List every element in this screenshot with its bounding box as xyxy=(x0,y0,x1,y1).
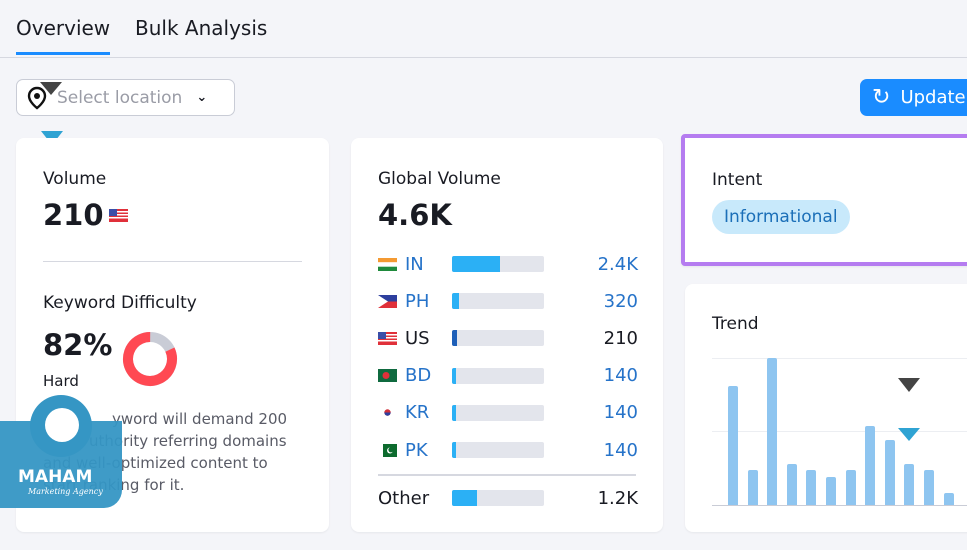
country-bar-fill xyxy=(452,256,500,272)
country-bar-fill xyxy=(452,330,457,347)
trend-bar[interactable] xyxy=(865,425,876,505)
volume-value: 210 xyxy=(43,198,104,232)
kd-value: 82% xyxy=(43,328,113,362)
country-volume[interactable]: 320 xyxy=(604,291,638,312)
country-volume[interactable]: 2.4K xyxy=(598,254,638,275)
intent-card: Intent Informational xyxy=(681,134,967,266)
country-bar-fill xyxy=(452,293,460,310)
country-row-us[interactable]: US 210 xyxy=(378,327,638,349)
country-volume: 210 xyxy=(603,327,638,349)
us-flag-icon xyxy=(109,209,128,222)
kd-donut-arc xyxy=(123,332,177,386)
divider xyxy=(43,261,302,262)
refresh-icon: ↻ xyxy=(872,85,891,110)
country-bar-fill xyxy=(452,404,456,421)
country-row-ph[interactable]: PH 320 xyxy=(378,291,638,312)
location-placeholder: Select location xyxy=(57,87,183,108)
global-volume-label: Global Volume xyxy=(378,169,501,189)
volume-label: Volume xyxy=(43,169,107,189)
maham-logo-watermark: MAHAM Marketing Agency xyxy=(0,395,122,508)
chevron-down-icon: ⌄ xyxy=(196,90,208,105)
country-row-kr[interactable]: KR 140 xyxy=(378,402,638,423)
logo-text: MAHAM xyxy=(18,467,93,487)
country-code[interactable]: PK xyxy=(405,440,452,461)
trend-bar[interactable] xyxy=(884,440,895,505)
global-volume-value: 4.6K xyxy=(378,198,452,232)
tab-overview[interactable]: Overview xyxy=(16,16,111,55)
country-code[interactable]: PH xyxy=(405,291,452,312)
gridline xyxy=(712,431,967,432)
trend-bar[interactable] xyxy=(904,463,915,505)
other-bar xyxy=(452,490,544,506)
update-label: Update xyxy=(900,87,966,108)
country-code[interactable]: BD xyxy=(405,365,452,386)
kd-level: Hard xyxy=(43,372,79,390)
trend-bar[interactable] xyxy=(767,358,778,505)
us-flag-icon xyxy=(378,331,397,345)
other-label: Other xyxy=(378,487,430,509)
other-value: 1.2K xyxy=(597,487,638,509)
country-volume[interactable]: 140 xyxy=(604,440,638,461)
country-bar xyxy=(452,442,544,458)
pointer-triangle-icon xyxy=(898,428,920,441)
trend-label: Trend xyxy=(712,314,759,334)
country-bar xyxy=(452,404,544,421)
country-row-bd[interactable]: BD 140 xyxy=(378,365,638,386)
country-bar-fill xyxy=(452,442,456,458)
trend-bar[interactable] xyxy=(747,469,758,505)
divider xyxy=(378,474,636,476)
logo-tagline: Marketing Agency xyxy=(28,487,103,496)
ph-flag-icon xyxy=(378,294,397,308)
bd-flag-icon xyxy=(378,369,397,383)
country-volume[interactable]: 140 xyxy=(604,365,638,386)
baseline xyxy=(712,505,967,506)
country-row-pk[interactable]: PK 140 xyxy=(378,440,638,461)
trend-bar[interactable] xyxy=(806,469,817,505)
country-bar xyxy=(452,367,544,384)
kd-donut-chart xyxy=(123,332,177,386)
country-bar xyxy=(452,256,544,272)
country-code[interactable]: KR xyxy=(405,402,452,423)
trend-bar[interactable] xyxy=(786,463,797,505)
intent-label: Intent xyxy=(712,170,763,190)
kr-flag-icon xyxy=(378,406,397,420)
trend-bar[interactable] xyxy=(826,477,836,505)
gridline xyxy=(712,358,967,359)
country-row-in[interactable]: IN 2.4K xyxy=(378,254,638,275)
trend-bar[interactable] xyxy=(924,469,934,505)
cursor-marker-icon xyxy=(898,378,920,392)
trend-card: Trend xyxy=(685,284,967,532)
in-flag-icon xyxy=(378,257,397,271)
trend-bar[interactable] xyxy=(728,385,738,505)
country-bar xyxy=(452,293,544,310)
kd-description: yword will demand 200 xyxy=(112,408,322,430)
trend-bar[interactable] xyxy=(943,493,954,505)
desc-line: yword will demand 200 xyxy=(112,410,288,428)
trend-bar[interactable] xyxy=(845,469,856,505)
country-bar xyxy=(452,330,544,347)
country-volume[interactable]: 140 xyxy=(604,402,638,423)
other-row: Other 1.2K xyxy=(378,487,638,509)
country-code: US xyxy=(405,327,430,349)
tab-bulk-analysis[interactable]: Bulk Analysis xyxy=(135,16,267,40)
tab-bar: Overview Bulk Analysis xyxy=(0,0,967,58)
country-bar-fill xyxy=(452,367,456,384)
update-button[interactable]: ↻ Update xyxy=(860,79,967,116)
kd-label: Keyword Difficulty xyxy=(43,293,197,313)
country-code[interactable]: IN xyxy=(405,254,452,275)
global-volume-card: Global Volume 4.6K IN 2.4K PH 320 US 210… xyxy=(351,138,663,532)
intent-badge[interactable]: Informational xyxy=(712,200,850,234)
cursor-marker-icon xyxy=(40,82,62,95)
pk-flag-icon xyxy=(378,443,397,457)
